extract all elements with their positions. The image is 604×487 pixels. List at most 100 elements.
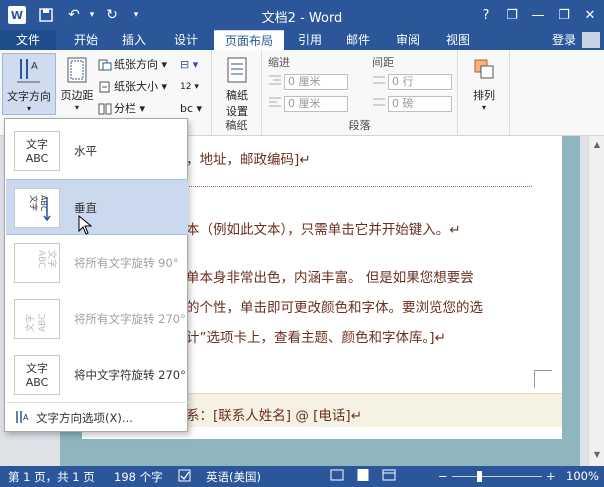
hyphenation-button[interactable]: bc ▾ [180,100,202,118]
indent-header: 缩进 [268,56,290,69]
avatar[interactable] [582,32,600,48]
manuscript-settings-button[interactable]: 稿纸 设置 [218,53,256,118]
login-link[interactable]: 登录 [552,30,576,50]
orientation-button[interactable]: 纸张方向 ▾ [98,56,167,74]
columns-button[interactable]: 分栏 ▾ [98,100,145,118]
tab-file[interactable]: 文件 [0,30,56,50]
ribbon-tabs: 文件 开始 插入 设计 页面布局 引用 邮件 审阅 视图 登录 [0,30,604,50]
menu-item-vertical[interactable]: ABC 文字 垂直 [6,179,188,235]
menu-item-rotate-270-label: 将所有文字旋转 270° [74,312,186,326]
tab-references[interactable]: 引用 [288,30,332,50]
svg-text:文字: 文字 [24,314,36,332]
svg-text:ABC: ABC [36,250,46,268]
text-direction-options-label: 文字方向选项(X)... [36,411,133,425]
svg-text:ABC: ABC [26,152,49,165]
text-direction-menu: 文字 ABC 水平 ABC 文字 垂直 ABC 文字 将所有文字旋转 90° 文字 AB… [4,118,188,432]
size-label: 纸张大小 [114,80,158,93]
line-numbers-button[interactable]: 12 ▾ [180,78,199,96]
status-bar: 第 1 页，共 1 页 198 个字 英语(美国) − + 100% [0,466,604,487]
size-button[interactable]: 纸张大小 ▾ [98,78,167,96]
doc-line-address[interactable]: ，地址，邮政编码]↵ [186,148,311,168]
orientation-arrow-icon: ▾ [161,58,168,71]
rotate-cjk-270-icon: 文字 ABC [14,355,60,395]
svg-text:A: A [23,413,29,422]
ribbon-display-options-icon[interactable]: ❐ [500,4,524,26]
zoom-out-button[interactable]: − [438,469,448,483]
columns-label: 分栏 [114,102,136,115]
hyphenation-arrow-icon: ▾ [196,102,203,115]
margins-button[interactable]: 页边距 ▾ [58,53,96,115]
help-button[interactable]: ? [474,4,498,26]
rotate-90-icon: ABC 文字 [14,243,60,283]
page-count[interactable]: 第 1 页，共 1 页 [8,469,95,485]
read-mode-icon[interactable] [330,469,344,484]
zoom-slider-track[interactable] [452,476,542,477]
proofing-icon[interactable] [178,469,192,485]
breaks-button[interactable]: ⊟ ▾ [180,56,198,74]
tab-insert[interactable]: 插入 [112,30,156,50]
tab-design[interactable]: 设计 [164,30,208,50]
tab-view[interactable]: 视图 [436,30,480,50]
menu-item-rotate-270[interactable]: 文字 ABC 将所有文字旋转 270° [6,291,188,347]
vertical-scrollbar[interactable]: ▲ ▼ [588,136,604,466]
manuscript-group-label: 稿纸 [225,119,248,132]
doc-line-body-3[interactable]: 计”选项卡上，查看主题、颜色和字体库。]↵ [186,326,446,346]
text-direction-options-icon: A [14,410,30,427]
arrange-icon [470,55,498,85]
tab-home[interactable]: 开始 [64,30,108,50]
spacing-after-input[interactable]: 0 磅 [388,96,452,112]
doc-footer-contact[interactable]: 系：[联系人姓名] @ [电话]↵ [186,404,362,424]
svg-text:文字: 文字 [26,361,48,375]
maximize-button[interactable]: ❐ [552,4,576,26]
doc-line-instruction[interactable]: 本（例如此文本），只需单击它并开始键入。↵ [186,218,461,238]
text-direction-button[interactable]: A 文字方向 ▾ [2,53,56,115]
tab-page-layout[interactable]: 页面布局 [214,30,284,50]
size-icon [98,81,112,93]
margins-icon [63,55,91,85]
tab-mailings[interactable]: 邮件 [336,30,380,50]
web-layout-icon[interactable] [382,469,396,484]
minimize-button[interactable]: — [526,4,550,26]
spacing-after-row [372,96,386,114]
indent-left-input[interactable]: 0 厘米 [284,74,348,90]
language-status[interactable]: 英语(美国) [206,469,261,485]
indent-right-icon [268,97,282,111]
menu-item-vertical-label: 垂直 [74,201,97,215]
print-layout-icon[interactable] [356,469,370,484]
svg-text:ABC: ABC [26,376,49,389]
svg-text:ABC: ABC [38,314,48,332]
menu-item-horizontal[interactable]: 文字 ABC 水平 [6,123,188,179]
word-count[interactable]: 198 个字 [114,469,163,485]
menu-item-rotate-cjk-270[interactable]: 文字 ABC 将中文字符旋转 270° [6,347,188,403]
indent-right-row [268,96,282,114]
spacing-header: 间距 [372,56,394,69]
manuscript-group: 稿纸 设置 稿纸 [212,50,262,136]
size-arrow-icon: ▾ [161,80,168,93]
doc-line-body-1[interactable]: 单本身非常出色，内涵丰富。 但是如果您想要尝 [186,266,474,286]
zoom-slider-thumb[interactable] [477,471,482,482]
zoom-in-button[interactable]: + [546,469,556,483]
menu-item-rotate-90[interactable]: ABC 文字 将所有文字旋转 90° [6,235,188,291]
scroll-down-icon[interactable]: ▼ [591,450,603,462]
columns-arrow-icon: ▾ [139,102,146,115]
menu-item-text-direction-options[interactable]: A 文字方向选项(X)... [6,406,188,428]
scroll-up-icon[interactable]: ▲ [591,140,603,152]
paragraph-group: 缩进 间距 0 厘米 0 厘米 0 行 0 磅 段落 [262,50,458,136]
doc-line-body-2[interactable]: 的个性，单击即可更改颜色和字体。要浏览您的选 [186,296,483,316]
spacing-before-input[interactable]: 0 行 [388,74,452,90]
tab-review[interactable]: 审阅 [386,30,430,50]
breaks-icon: ⊟ [180,58,190,71]
indent-right-input[interactable]: 0 厘米 [284,96,348,112]
menu-item-rotate-cjk-270-label: 将中文字符旋转 270° [74,368,186,382]
spacing-after-icon [372,98,386,111]
svg-text:文字: 文字 [46,250,57,268]
arrange-button[interactable]: 排列 ▾ [464,53,504,115]
menu-item-horizontal-label: 水平 [74,144,97,158]
spacing-before-row [372,74,386,92]
zoom-level[interactable]: 100% [566,469,599,483]
indent-left-icon [268,75,282,89]
text-direction-arrow-icon: ▾ [26,104,31,113]
line-numbers-arrow-icon: ▾ [194,82,199,92]
close-button[interactable]: ✕ [578,4,602,26]
svg-text:A: A [31,61,38,72]
